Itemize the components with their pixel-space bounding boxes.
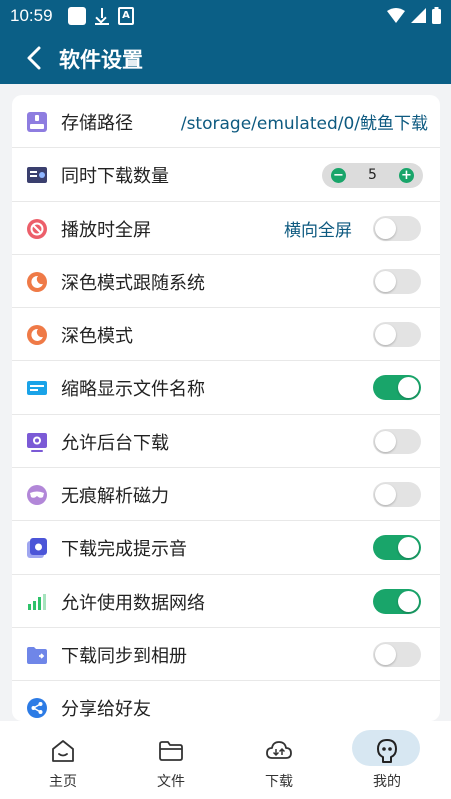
home-icon <box>52 740 74 762</box>
setting-dark-follow-system: 深色模式跟随系统 <box>12 255 440 309</box>
setting-incognito-magnet: 无痕解析磁力 <box>12 468 440 522</box>
nav-label: 我的 <box>373 774 401 790</box>
notification-sound-icon <box>27 538 47 559</box>
settings-list: 存储路径 /storage/emulated/0/鱿鱼下载 同时下载数量 − 5… <box>12 95 440 721</box>
nav-item-profile[interactable]: 我的 <box>331 721 443 799</box>
dark-mode-toggle[interactable] <box>373 322 421 348</box>
nav-label: 文件 <box>157 774 185 790</box>
setting-label: 播放时全屏 <box>61 219 151 241</box>
setting-sync-album: 下载同步到相册 <box>12 628 440 682</box>
download-queue-icon <box>27 167 47 184</box>
setting-background-download: 允许后台下载 <box>12 415 440 469</box>
setting-short-filename: 缩略显示文件名称 <box>12 361 440 415</box>
notification-icons: A <box>68 7 134 25</box>
download-notification-icon <box>94 7 110 25</box>
setting-share-friends[interactable]: 分享给好友 <box>12 681 440 721</box>
short-filename-toggle[interactable] <box>373 375 421 401</box>
app-bar: 软件设置 <box>0 33 451 84</box>
back-arrow-icon[interactable] <box>20 43 50 73</box>
setting-label: 允许后台下载 <box>61 432 169 454</box>
concurrent-downloads-stepper: − 5 + <box>322 163 423 189</box>
dark-follow-system-toggle[interactable] <box>373 268 421 294</box>
bottom-navigation: 主页 文件 下载 我的 <box>0 721 451 799</box>
status-bar: 10:59 A <box>0 0 451 33</box>
setting-label: 无痕解析磁力 <box>61 486 169 508</box>
background-download-icon <box>27 432 47 452</box>
notification-square-icon <box>68 7 86 25</box>
storage-path-value[interactable]: /storage/emulated/0/鱿鱼下载 <box>181 109 428 134</box>
nav-label: 下载 <box>265 774 293 790</box>
setting-label: 深色模式跟随系统 <box>61 272 205 294</box>
nav-item-files[interactable]: 文件 <box>115 721 227 799</box>
wifi-icon <box>387 8 405 23</box>
album-folder-icon <box>27 646 47 664</box>
toggle-knob <box>398 377 419 399</box>
increment-button[interactable]: + <box>399 168 414 184</box>
share-icon <box>27 698 47 719</box>
fullscreen-toggle[interactable] <box>373 215 421 241</box>
setting-label: 缩略显示文件名称 <box>61 379 205 401</box>
setting-label: 下载完成提示音 <box>61 539 187 561</box>
setting-label: 允许使用数据网络 <box>61 592 205 614</box>
nav-item-home[interactable]: 主页 <box>7 721 119 799</box>
mobile-data-toggle[interactable] <box>373 588 421 614</box>
signal-bars-icon <box>28 593 46 610</box>
toggle-knob <box>375 217 396 239</box>
dark-mode-icon <box>27 325 47 346</box>
profile-icon <box>377 739 397 763</box>
setting-dark-mode: 深色模式 <box>12 308 440 362</box>
fullscreen-mode-value[interactable]: 横向全屏 <box>284 216 352 241</box>
status-time: 10:59 <box>10 6 53 25</box>
system-icons <box>387 7 441 24</box>
setting-label: 下载同步到相册 <box>61 645 187 667</box>
setting-complete-sound: 下载完成提示音 <box>12 521 440 575</box>
toggle-knob <box>398 590 419 612</box>
incognito-mask-icon <box>27 485 47 506</box>
setting-label: 存储路径 <box>61 113 133 134</box>
complete-sound-toggle[interactable] <box>373 535 421 561</box>
page-title: 软件设置 <box>59 48 143 72</box>
background-download-toggle[interactable] <box>373 428 421 454</box>
toggle-knob <box>375 484 396 506</box>
folder-icon <box>159 741 183 761</box>
cloud-download-icon <box>266 741 292 759</box>
filename-card-icon <box>27 381 47 396</box>
sync-album-toggle[interactable] <box>373 641 421 667</box>
setting-storage-path[interactable]: 存储路径 /storage/emulated/0/鱿鱼下载 <box>12 95 440 149</box>
toggle-knob <box>375 324 396 346</box>
setting-label: 深色模式 <box>61 326 133 348</box>
no-entry-icon <box>27 218 47 239</box>
toggle-knob <box>375 270 396 292</box>
storage-icon <box>27 112 47 132</box>
setting-fullscreen-playback: 播放时全屏 横向全屏 <box>12 202 440 255</box>
setting-concurrent-downloads: 同时下载数量 − 5 + <box>12 148 440 202</box>
nav-label: 主页 <box>49 774 77 790</box>
incognito-magnet-toggle[interactable] <box>373 482 421 508</box>
signal-icon <box>411 8 426 23</box>
dark-mode-icon <box>27 271 47 292</box>
setting-label: 分享给好友 <box>61 699 151 721</box>
toggle-knob <box>398 537 419 559</box>
battery-icon <box>432 7 441 24</box>
setting-mobile-data: 允许使用数据网络 <box>12 575 440 628</box>
setting-label: 同时下载数量 <box>61 166 169 188</box>
app-notification-icon: A <box>118 7 134 25</box>
toggle-knob <box>375 643 396 665</box>
nav-item-downloads[interactable]: 下载 <box>223 721 335 799</box>
toggle-knob <box>375 430 396 452</box>
